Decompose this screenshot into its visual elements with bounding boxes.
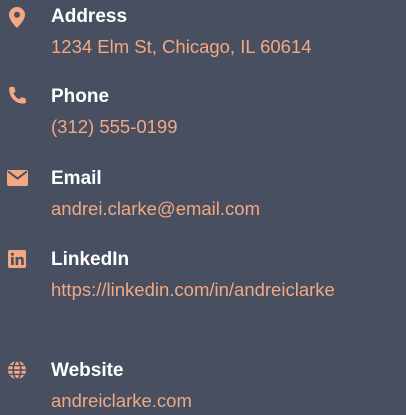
- phone-icon: [6, 85, 28, 107]
- contact-label-linkedin: LinkedIn: [51, 249, 130, 270]
- contact-label-address: Address: [51, 6, 128, 27]
- globe-icon: [6, 359, 28, 381]
- contact-value-phone: (312) 555-0199: [51, 116, 178, 137]
- contact-list: Address 1234 Elm St, Chicago, IL 60614 P…: [0, 0, 406, 415]
- contact-value-website[interactable]: andreiclarke.com: [51, 387, 396, 415]
- contact-value-email[interactable]: andrei.clarke@email.com: [51, 195, 396, 223]
- linkedin-icon: [6, 248, 28, 270]
- contact-label-email: Email: [51, 168, 102, 189]
- contact-label-website: Website: [51, 360, 124, 381]
- contact-value-linkedin[interactable]: https://linkedin.com/in/andreiclarke: [51, 276, 396, 304]
- contact-label-phone: Phone: [51, 86, 110, 107]
- envelope-icon: [6, 167, 28, 189]
- map-pin-icon: [6, 6, 28, 28]
- contact-value-address: 1234 Elm St, Chicago, IL 60614: [51, 36, 312, 57]
